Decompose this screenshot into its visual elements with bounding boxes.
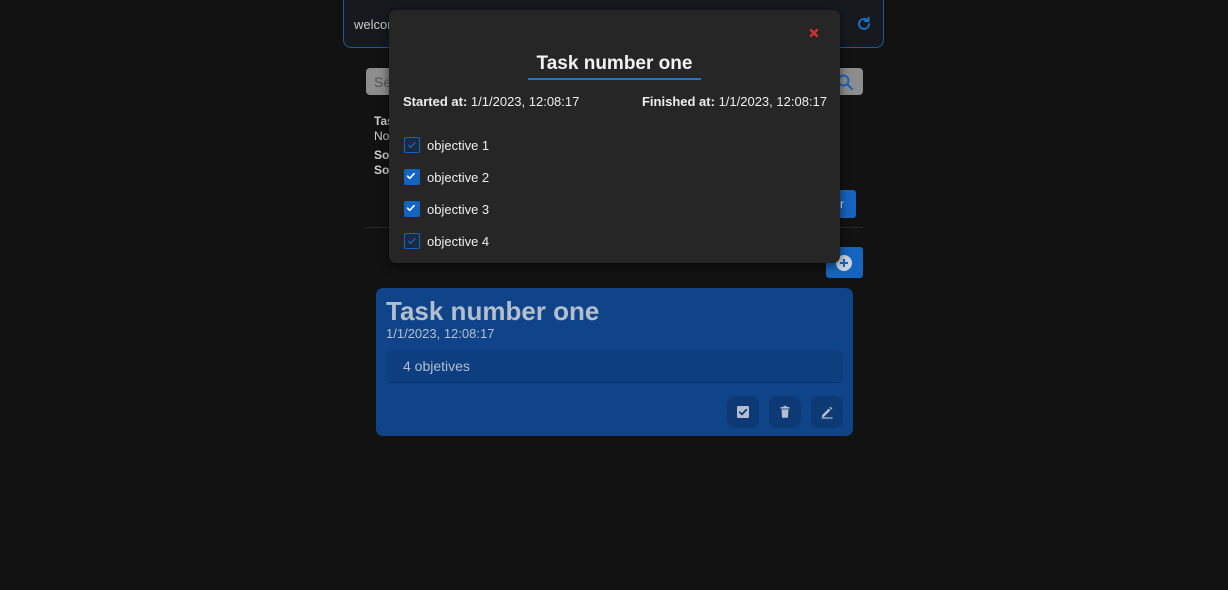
finished-at-label: Finished at: <box>641 94 715 109</box>
filter-button-label: r <box>840 197 844 211</box>
welcome-text: welcor <box>354 17 392 32</box>
trash-icon <box>780 405 790 418</box>
task-card-actions <box>727 396 843 428</box>
objective-item[interactable]: objective 4 <box>404 225 489 257</box>
started-at-value: 1/1/2023, 12:08:17 <box>470 94 580 109</box>
app-root: welcor Tas No So So r Task n <box>0 0 1228 590</box>
edit-icon <box>821 406 833 419</box>
started-at: Started at: 1/1/2023, 12:08:17 <box>403 94 579 109</box>
task-card[interactable]: Task number one 1/1/2023, 12:08:17 4 obj… <box>376 288 853 436</box>
objective-item[interactable]: objective 3 <box>404 193 489 225</box>
modal-title: Task number one <box>536 53 693 74</box>
check-icon <box>406 204 415 212</box>
objective-label: objective 3 <box>427 201 490 217</box>
objective-checkbox[interactable] <box>404 137 420 153</box>
started-at-label: Started at: <box>403 94 468 109</box>
objective-checkbox[interactable] <box>404 169 420 185</box>
check-icon <box>406 172 415 180</box>
edit-task-button[interactable] <box>811 396 843 428</box>
task-card-title: Task number one <box>386 296 600 326</box>
objective-item[interactable]: objective 1 <box>404 129 489 161</box>
check-icon <box>407 142 416 148</box>
check-icon <box>737 406 749 418</box>
task-card-objectives[interactable]: 4 objetives <box>386 350 843 383</box>
close-button[interactable] <box>807 26 821 40</box>
refresh-icon[interactable] <box>855 15 873 33</box>
objective-checkbox[interactable] <box>404 201 420 217</box>
close-icon <box>809 28 819 38</box>
objective-item[interactable]: objective 2 <box>404 161 489 193</box>
delete-task-button[interactable] <box>769 396 801 428</box>
objective-label: objective 1 <box>427 137 490 153</box>
finished-at: Finished at: 1/1/2023, 12:08:17 <box>642 94 827 109</box>
finished-at-value: 1/1/2023, 12:08:17 <box>718 94 827 109</box>
objective-label: objective 4 <box>427 233 490 249</box>
check-icon <box>407 238 416 244</box>
task-detail-modal: Task number one Started at: 1/1/2023, 12… <box>389 10 840 263</box>
title-underline <box>528 78 701 80</box>
objective-label: objective 2 <box>427 169 490 185</box>
complete-task-button[interactable] <box>727 396 759 428</box>
objective-list: objective 1 objective 2 objective 3 obje… <box>404 129 489 257</box>
task-card-date: 1/1/2023, 12:08:17 <box>386 326 495 341</box>
objective-checkbox[interactable] <box>404 233 420 249</box>
